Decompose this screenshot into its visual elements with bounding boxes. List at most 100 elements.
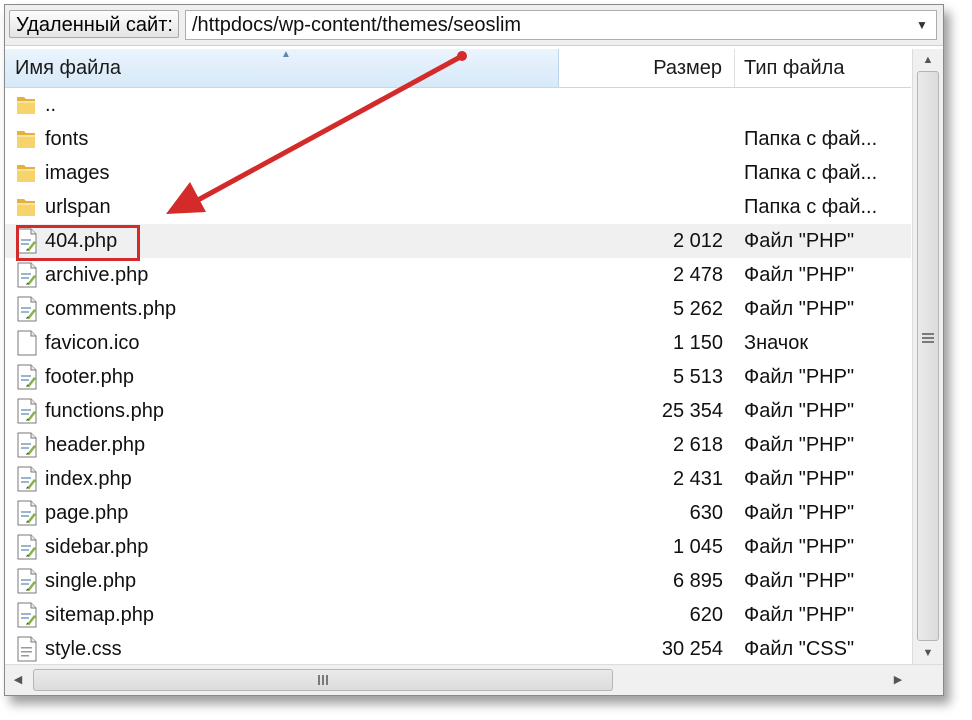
file-name: page.php <box>45 502 129 524</box>
scroll-right-icon[interactable]: ▶ <box>887 665 909 695</box>
file-type: Файл "PHP" <box>744 536 855 558</box>
file-type: Папка с фай... <box>744 196 878 218</box>
file-type: Значок <box>744 332 809 354</box>
file-size: 1 045 <box>672 536 723 558</box>
scroll-left-icon[interactable]: ◀ <box>7 665 29 695</box>
file-name: urlspan <box>45 196 111 218</box>
file-row[interactable]: footer.php 5 513 Файл "PHP" <box>5 360 911 394</box>
folder-icon <box>15 92 39 118</box>
php-file-icon <box>15 602 39 628</box>
grip-icon <box>318 675 328 685</box>
file-name: sitemap.php <box>45 604 154 626</box>
file-name: header.php <box>45 434 146 456</box>
file-type: Файл "CSS" <box>744 638 855 660</box>
file-size: 5 513 <box>672 366 723 388</box>
file-row[interactable]: 404.php 2 012 Файл "PHP" <box>5 224 911 258</box>
folder-icon <box>15 194 39 220</box>
file-size <box>560 122 723 156</box>
file-size: 2 618 <box>672 434 723 456</box>
folder-icon <box>15 126 39 152</box>
file-row[interactable]: sidebar.php 1 045 Файл "PHP" <box>5 530 911 564</box>
vertical-scrollbar[interactable]: ▲ ▼ <box>912 49 943 664</box>
file-type <box>744 88 909 122</box>
file-row[interactable]: comments.php 5 262 Файл "PHP" <box>5 292 911 326</box>
file-size: 5 262 <box>672 298 723 320</box>
file-name: functions.php <box>45 400 164 422</box>
column-header-type[interactable]: Тип файла <box>736 49 911 87</box>
file-type: Файл "PHP" <box>744 230 855 252</box>
file-row[interactable]: .. <box>5 88 911 122</box>
blank-file-icon <box>15 330 39 356</box>
file-type: Файл "PHP" <box>744 502 855 524</box>
file-size <box>560 190 723 224</box>
horizontal-scroll-thumb[interactable] <box>33 669 613 691</box>
column-header-type-label: Тип файла <box>744 57 845 79</box>
remote-site-label: Удаленный сайт: <box>9 10 179 38</box>
file-list-header: Имя файла Размер Тип файла <box>5 49 911 88</box>
php-file-icon <box>15 500 39 526</box>
file-list: .. fonts Папка с фай... images Папка с фай..… <box>5 88 911 664</box>
file-row[interactable]: fonts Папка с фай... <box>5 122 911 156</box>
file-size: 620 <box>689 604 723 626</box>
remote-path-input[interactable]: /httpdocs/wp-content/themes/seoslim ▼ <box>185 10 937 40</box>
file-row[interactable]: index.php 2 431 Файл "PHP" <box>5 462 911 496</box>
php-file-icon <box>15 398 39 424</box>
php-file-icon <box>15 262 39 288</box>
folder-icon <box>15 160 39 186</box>
file-type: Файл "PHP" <box>744 468 855 490</box>
php-file-icon <box>15 364 39 390</box>
file-row[interactable]: page.php 630 Файл "PHP" <box>5 496 911 530</box>
file-row[interactable]: urlspan Папка с фай... <box>5 190 911 224</box>
column-header-size-label: Размер <box>653 57 722 79</box>
scroll-down-icon[interactable]: ▼ <box>913 642 943 664</box>
file-size: 30 254 <box>661 638 723 660</box>
file-name: single.php <box>45 570 137 592</box>
file-row[interactable]: style.css 30 254 Файл "CSS" <box>5 632 911 664</box>
file-row[interactable]: functions.php 25 354 Файл "PHP" <box>5 394 911 428</box>
column-header-name-label: Имя файла <box>15 57 122 79</box>
file-size <box>560 88 723 122</box>
php-file-icon <box>15 568 39 594</box>
file-size: 2 012 <box>672 230 723 252</box>
file-type: Файл "PHP" <box>744 570 855 592</box>
file-row[interactable]: archive.php 2 478 Файл "PHP" <box>5 258 911 292</box>
annotation-highlight-box <box>16 225 140 261</box>
file-name: .. <box>45 94 57 116</box>
file-type: Файл "PHP" <box>744 434 855 456</box>
file-row[interactable]: favicon.ico 1 150 Значок <box>5 326 911 360</box>
file-type: Файл "PHP" <box>744 604 855 626</box>
chevron-down-icon[interactable]: ▼ <box>912 15 932 35</box>
file-type: Файл "PHP" <box>744 298 855 320</box>
file-type: Папка с фай... <box>744 128 878 150</box>
file-name: fonts <box>45 128 89 150</box>
file-size <box>560 156 723 190</box>
file-row[interactable]: single.php 6 895 Файл "PHP" <box>5 564 911 598</box>
php-file-icon <box>15 432 39 458</box>
php-file-icon <box>15 296 39 322</box>
remote-site-panel: Удаленный сайт: /httpdocs/wp-content/the… <box>4 4 944 696</box>
file-name: style.css <box>45 638 122 660</box>
php-file-icon <box>15 466 39 492</box>
file-name: archive.php <box>45 264 149 286</box>
column-header-size[interactable]: Размер <box>560 49 735 87</box>
css-file-icon <box>15 636 39 662</box>
file-name: sidebar.php <box>45 536 149 558</box>
file-row[interactable]: images Папка с фай... <box>5 156 911 190</box>
vertical-scroll-thumb[interactable] <box>917 71 939 641</box>
file-size: 630 <box>689 502 723 524</box>
file-size: 1 150 <box>672 332 723 354</box>
scroll-up-icon[interactable]: ▲ <box>913 49 943 71</box>
file-row[interactable]: header.php 2 618 Файл "PHP" <box>5 428 911 462</box>
file-name: index.php <box>45 468 132 490</box>
file-type: Файл "PHP" <box>744 264 855 286</box>
file-name: comments.php <box>45 298 177 320</box>
file-size: 6 895 <box>672 570 723 592</box>
file-row[interactable]: sitemap.php 620 Файл "PHP" <box>5 598 911 632</box>
sort-ascending-icon: ▲ <box>281 49 291 60</box>
file-name: favicon.ico <box>45 332 140 354</box>
php-file-icon <box>15 534 39 560</box>
remote-path-bar: Удаленный сайт: /httpdocs/wp-content/the… <box>5 5 943 46</box>
file-size: 2 431 <box>672 468 723 490</box>
horizontal-scrollbar[interactable]: ◀ ▶ <box>5 664 943 695</box>
file-size: 25 354 <box>661 400 723 422</box>
